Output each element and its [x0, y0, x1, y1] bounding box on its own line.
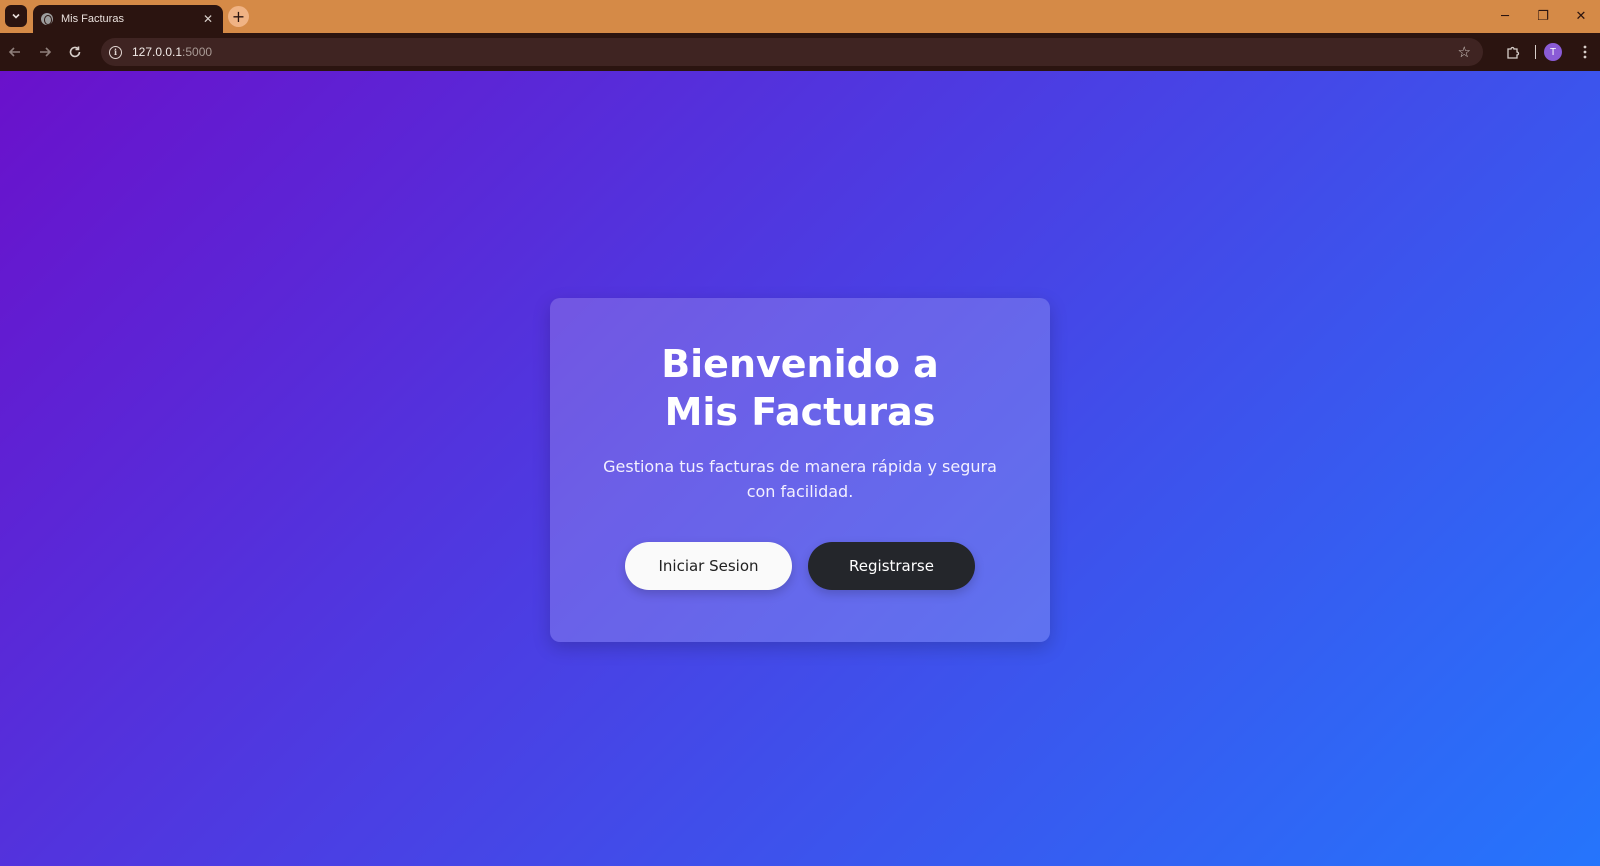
register-button[interactable]: Registrarse [808, 542, 975, 590]
puzzle-icon [1506, 46, 1519, 59]
button-row: Iniciar Sesion Registrarse [550, 542, 1050, 590]
info-icon[interactable]: i [109, 45, 122, 59]
extensions-button[interactable] [1497, 45, 1527, 60]
tab-search-button[interactable] [5, 5, 27, 27]
login-button[interactable]: Iniciar Sesion [625, 542, 792, 590]
profile-avatar[interactable]: T [1544, 43, 1562, 61]
toolbar-right: T [1497, 33, 1600, 71]
chevron-down-icon [12, 13, 20, 19]
url-port: :5000 [182, 45, 213, 59]
page-subtitle: Gestiona tus facturas de manera rápida y… [603, 457, 997, 501]
forward-arrow-icon [40, 47, 52, 57]
browser-tab[interactable]: Mis Facturas ✕ [33, 5, 223, 33]
address-bar[interactable]: i 127.0.0.1 :5000 ☆ [101, 38, 1483, 66]
reload-icon [69, 46, 81, 58]
globe-icon [41, 13, 53, 25]
browser-tab-strip: Mis Facturas ✕ + ─ ❐ ✕ [0, 0, 1600, 33]
new-tab-button[interactable]: + [228, 6, 249, 27]
back-button[interactable] [0, 37, 30, 67]
toolbar-divider [1535, 45, 1536, 59]
page-viewport: Bienvenido a Mis Facturas Gestiona tus f… [0, 71, 1600, 866]
window-controls: ─ ❐ ✕ [1486, 0, 1600, 33]
back-arrow-icon [8, 47, 20, 57]
browser-toolbar: i 127.0.0.1 :5000 ☆ T [0, 33, 1600, 71]
tab-close-icon[interactable]: ✕ [201, 12, 215, 26]
url-host: 127.0.0.1 [132, 45, 183, 59]
dots-icon [1583, 45, 1587, 59]
page-title: Bienvenido a Mis Facturas [661, 342, 939, 434]
forward-button[interactable] [30, 37, 60, 67]
close-window-button[interactable]: ✕ [1562, 0, 1600, 33]
reload-button[interactable] [60, 37, 90, 67]
welcome-card: Bienvenido a Mis Facturas Gestiona tus f… [550, 298, 1050, 642]
minimize-button[interactable]: ─ [1486, 0, 1524, 33]
star-icon[interactable]: ☆ [1458, 43, 1471, 61]
kebab-menu-icon[interactable] [1570, 45, 1600, 59]
restore-button[interactable]: ❐ [1524, 0, 1562, 33]
tab-title: Mis Facturas [61, 13, 124, 25]
